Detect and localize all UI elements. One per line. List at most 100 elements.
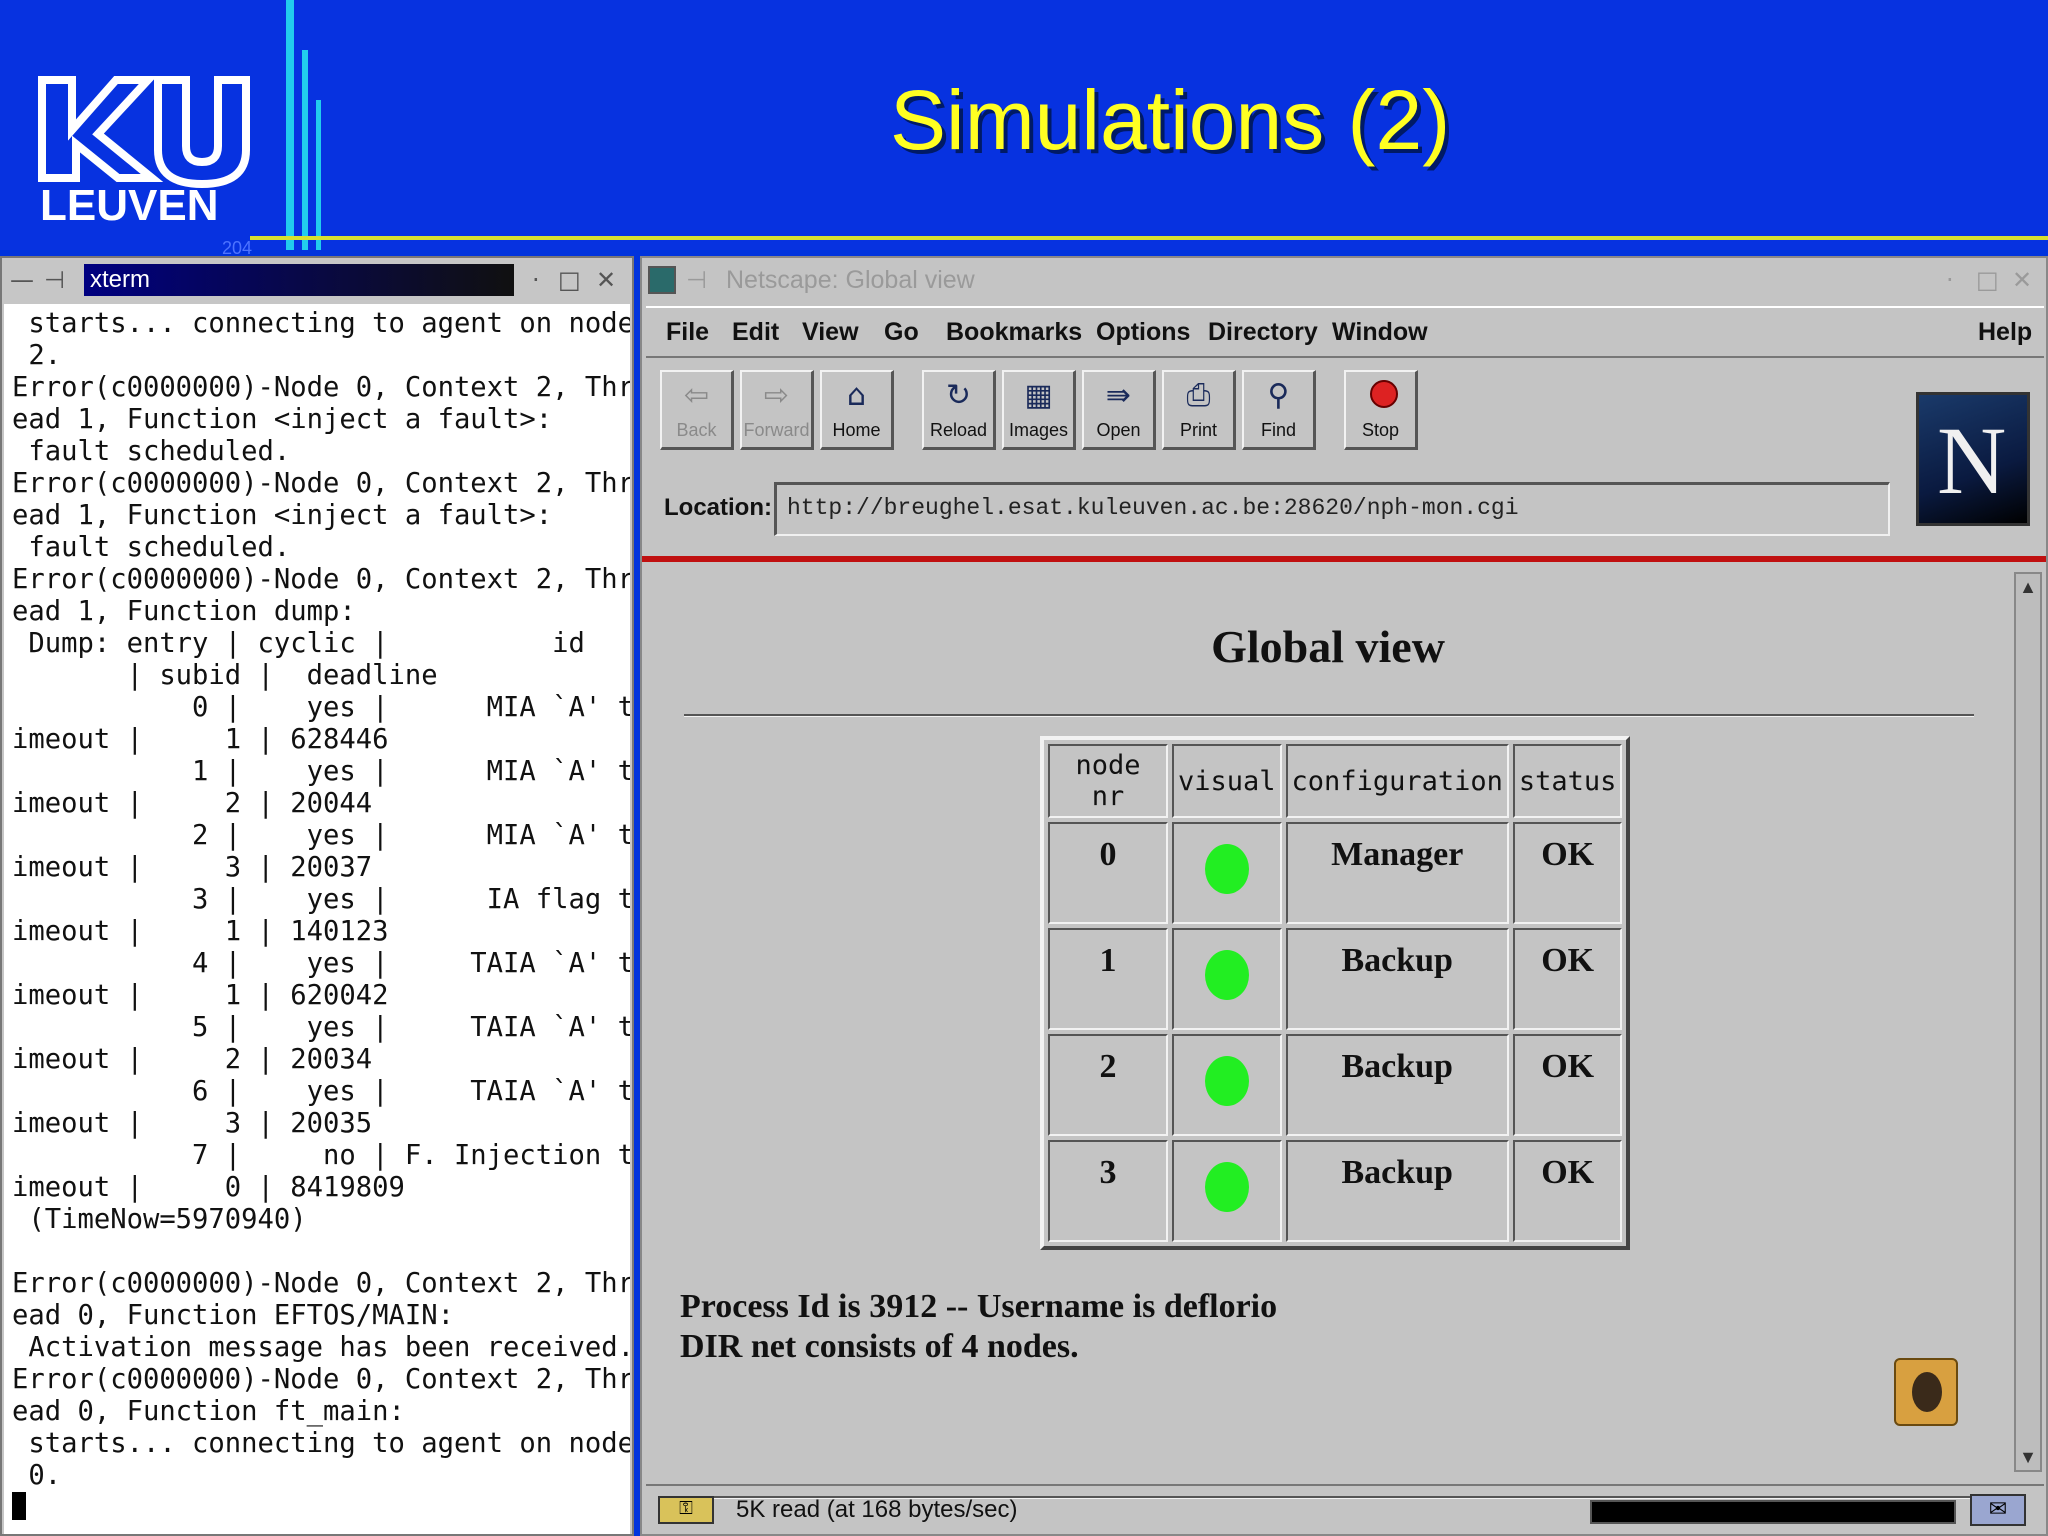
table-row: 2 Backup OK (1048, 1034, 1623, 1136)
open-button[interactable]: ⇛ Open (1082, 370, 1156, 450)
decor-line (302, 50, 308, 250)
menu-view[interactable]: View (802, 318, 859, 347)
net-info: DIR net consists of 4 nodes. (680, 1328, 1079, 1365)
node-status-table: node nr visual configuration status 0 Ma… (1040, 736, 1631, 1250)
back-label: Back (676, 420, 717, 440)
forward-button[interactable]: ⇨ Forward (740, 370, 814, 450)
vertical-scrollbar[interactable]: ▲ ▼ (2014, 572, 2042, 1472)
configuration-cell: Backup (1285, 928, 1509, 1030)
menu-window[interactable]: Window (1332, 318, 1428, 347)
terminal-screen[interactable]: starts... connecting to agent on node 2.… (4, 304, 630, 1534)
scroll-down-icon[interactable]: ▼ (2018, 1446, 2038, 1468)
back-arrow-icon: ⇦ (683, 378, 710, 413)
netscape-titlebar[interactable]: ⊣ Netscape: Global view · □ ✕ (642, 258, 2046, 302)
netscape-window[interactable]: ⊣ Netscape: Global view · □ ✕ File Edit … (640, 256, 2048, 1536)
menu-bookmarks[interactable]: Bookmarks (946, 318, 1082, 347)
pin-icon[interactable]: ⊣ (686, 266, 707, 294)
key-icon[interactable]: ⚿ (658, 1496, 714, 1524)
terminal-line: imeout | 2 | 20044 (12, 788, 373, 819)
terminal-line: Dump: entry | cyclic | id (12, 628, 585, 659)
stop-button[interactable]: Stop (1344, 370, 1418, 450)
table-header: node nr (1048, 744, 1168, 818)
progress-bar (1590, 1500, 1956, 1524)
mozilla-mascot-icon (1894, 1358, 1958, 1426)
images-button[interactable]: ▦ Images (1002, 370, 1076, 450)
terminal-line: 6 | yes | TAIA `A' t (12, 1076, 630, 1107)
status-cell: OK (1512, 1034, 1623, 1136)
terminal-line: 4 | yes | TAIA `A' t (12, 948, 630, 979)
reload-button[interactable]: ↻ Reload (922, 370, 996, 450)
netscape-app-icon[interactable] (648, 266, 676, 294)
print-button[interactable]: ⎙ Print (1162, 370, 1236, 450)
terminal-line: 1 | yes | MIA `A' t (12, 756, 630, 787)
xterm-titlebar[interactable]: — ⊣ xterm · □ ✕ (2, 258, 632, 302)
table-header: visual (1172, 744, 1282, 818)
status-cell: OK (1512, 1140, 1623, 1242)
terminal-line: fault scheduled. (12, 532, 291, 563)
menu-options[interactable]: Options (1096, 318, 1190, 347)
menu-directory[interactable]: Directory (1208, 318, 1318, 347)
find-button[interactable]: ⚲ Find (1242, 370, 1316, 450)
node-number: 1 (1048, 928, 1168, 1030)
menu-help[interactable]: Help (1978, 318, 2032, 347)
status-cell: OK (1512, 928, 1623, 1030)
decor-line (316, 100, 321, 250)
scroll-up-icon[interactable]: ▲ (2018, 576, 2038, 598)
open-icon: ⇛ (1105, 378, 1132, 413)
back-button[interactable]: ⇦ Back (660, 370, 734, 450)
pin-icon[interactable]: ⊣ (44, 266, 65, 294)
find-label: Find (1260, 420, 1296, 440)
menu-file[interactable]: File (666, 318, 709, 347)
close-icon[interactable]: ✕ (2012, 266, 2032, 294)
terminal-line: imeout | 1 | 140123 (12, 916, 389, 947)
house-icon: ⌂ (846, 378, 867, 413)
minimize-icon[interactable]: · (532, 266, 540, 294)
location-label: Location: (664, 494, 772, 521)
maximize-icon[interactable]: □ (558, 266, 581, 294)
forward-label: Forward (743, 420, 810, 440)
terminal-line: Error(c0000000)-Node 0, Context 2, Thr (12, 1268, 630, 1299)
terminal-line: 2. (12, 340, 62, 371)
configuration-cell: Manager (1285, 822, 1509, 924)
terminal-line: 2 | yes | MIA `A' t (12, 820, 630, 851)
status-dot (1204, 1056, 1249, 1106)
status-dot (1204, 1162, 1249, 1212)
table-row: 0 Manager OK (1048, 822, 1623, 924)
slide-title: Simulations (2) (890, 73, 1451, 167)
mail-icon[interactable]: ✉ (1970, 1494, 2026, 1526)
binoculars-icon: ⚲ (1267, 378, 1290, 413)
netscape-logo-letter: N (1937, 407, 2007, 514)
terminal-line: Error(c0000000)-Node 0, Context 2, Thr (12, 1364, 630, 1395)
table-row: 3 Backup OK (1048, 1140, 1623, 1242)
menu-edit[interactable]: Edit (732, 318, 779, 347)
terminal-line: ead 1, Function <inject a fault>: (12, 500, 553, 531)
terminal-line: 0 | yes | MIA `A' t (12, 692, 630, 723)
stop-label: Stop (1361, 420, 1400, 440)
window-menu-icon[interactable]: — (10, 266, 34, 294)
reload-icon: ↻ (945, 378, 972, 413)
terminal-line: imeout | 2 | 20034 (12, 1044, 373, 1075)
terminal-line: imeout | 1 | 628446 (12, 724, 389, 755)
netscape-logo[interactable]: N (1916, 392, 2030, 526)
ku-leuven-logo: LEUVEN (38, 76, 250, 224)
decor-hline (250, 236, 2048, 240)
node-number: 2 (1048, 1034, 1168, 1136)
reload-label: Reload (929, 420, 988, 440)
home-button[interactable]: ⌂ Home (820, 370, 894, 450)
print-label: Print (1179, 420, 1217, 440)
terminal-line: (TimeNow=5970940) (12, 1204, 307, 1235)
close-icon[interactable]: ✕ (596, 266, 616, 294)
netscape-window-title: Netscape: Global view (726, 266, 975, 294)
table-header: configuration (1285, 744, 1509, 818)
status-text: 5K read (at 168 bytes/sec) (736, 1496, 1018, 1523)
node-number: 3 (1048, 1140, 1168, 1242)
menu-go[interactable]: Go (884, 318, 919, 347)
images-icon: ▦ (1024, 378, 1053, 413)
location-field[interactable]: http://breughel.esat.kuleuven.ac.be:2862… (774, 482, 1890, 536)
terminal-line: imeout | 0 | 8419809 (12, 1172, 405, 1203)
minimize-icon[interactable]: · (1946, 266, 1954, 294)
status-dot (1204, 844, 1249, 894)
maximize-icon[interactable]: □ (1976, 266, 1999, 294)
xterm-window[interactable]: — ⊣ xterm · □ ✕ starts... connecting to … (0, 256, 634, 1536)
